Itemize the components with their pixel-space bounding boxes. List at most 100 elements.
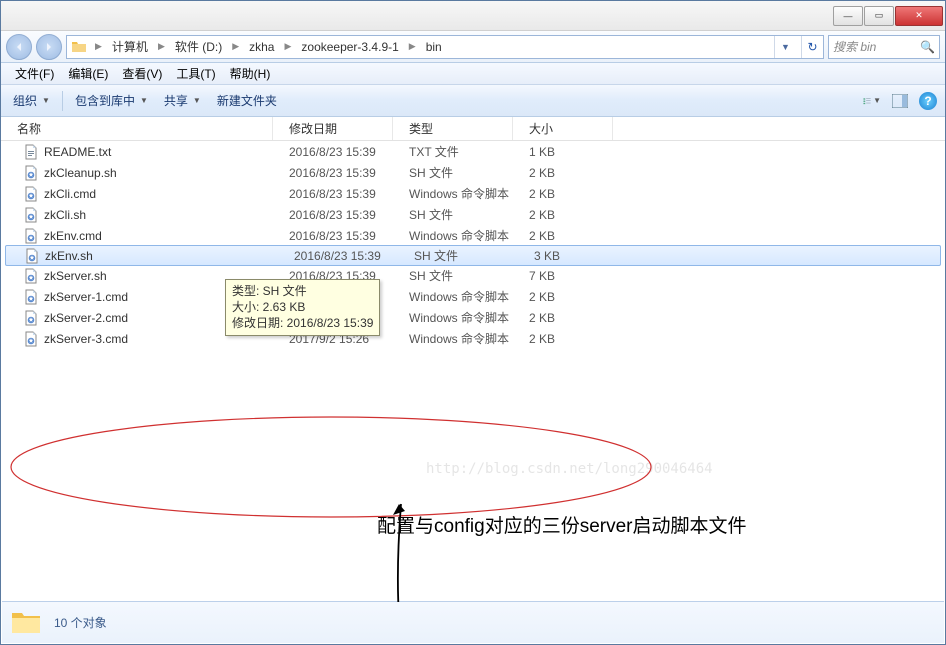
- file-type: TXT 文件: [393, 143, 513, 160]
- refresh-button[interactable]: ↻: [801, 36, 823, 58]
- file-name: README.txt: [44, 145, 111, 159]
- file-row[interactable]: README.txt2016/8/23 15:39TXT 文件1 KB: [1, 141, 945, 162]
- chevron-right-icon: ▶: [229, 41, 242, 52]
- menu-edit[interactable]: 编辑(E): [62, 63, 114, 84]
- file-date: 2016/8/23 15:39: [273, 187, 393, 201]
- file-size: 2 KB: [513, 229, 613, 243]
- folder-icon: [10, 607, 42, 639]
- file-row[interactable]: zkCli.cmd2016/8/23 15:39Windows 命令脚本2 KB: [1, 183, 945, 204]
- separator: [62, 91, 63, 111]
- file-size: 2 KB: [513, 311, 613, 325]
- file-size: 2 KB: [513, 332, 613, 346]
- file-size: 2 KB: [513, 290, 613, 304]
- preview-pane-button[interactable]: [891, 92, 909, 110]
- file-row[interactable]: zkCli.sh2016/8/23 15:39SH 文件2 KB: [1, 204, 945, 225]
- search-input[interactable]: 搜索 bin 🔍: [828, 35, 940, 59]
- file-row[interactable]: zkServer.sh2016/8/23 15:39SH 文件7 KB: [1, 265, 945, 286]
- close-button[interactable]: ✕: [895, 6, 943, 26]
- file-list[interactable]: http://blog.csdn.net/long290046464 READM…: [1, 141, 945, 602]
- file-row[interactable]: zkEnv.sh 2016/8/23 15:39SH 文件3 KB: [5, 245, 941, 266]
- menu-view[interactable]: 查看(V): [116, 63, 168, 84]
- back-button[interactable]: [6, 34, 32, 60]
- file-icon: [23, 207, 39, 223]
- breadcrumb[interactable]: zkha: [247, 40, 276, 54]
- file-name: zkEnv.cmd: [44, 229, 102, 243]
- tooltip-date: 修改日期: 2016/8/23 15:39: [232, 315, 373, 331]
- file-icon: [23, 268, 39, 284]
- column-headers: 名称 修改日期 类型 大小: [1, 117, 945, 141]
- file-date: 2016/8/23 15:39: [273, 166, 393, 180]
- file-icon: [23, 144, 39, 160]
- file-row[interactable]: zkServer-3.cmd2017/9/2 15:26Windows 命令脚本…: [1, 328, 945, 349]
- breadcrumb[interactable]: 计算机: [110, 38, 150, 55]
- file-row[interactable]: zkCleanup.sh 2016/8/23 15:39SH 文件2 KB: [1, 162, 945, 183]
- file-date: 2016/8/23 15:39: [273, 208, 393, 222]
- tooltip-type: 类型: SH 文件: [232, 283, 373, 299]
- file-date: 2016/8/23 15:39: [278, 249, 398, 263]
- toolbar: 组织▼ 包含到库中▼ 共享▼ 新建文件夹 ▼ ?: [1, 85, 945, 117]
- address-bar[interactable]: ▶ 计算机 ▶ 软件 (D:) ▶ zkha ▶ zookeeper-3.4.9…: [66, 35, 824, 59]
- file-icon: [23, 165, 39, 181]
- file-row[interactable]: zkServer-2.cmd Windows 命令脚本2 KB: [1, 307, 945, 328]
- file-name: zkEnv.sh: [45, 249, 93, 263]
- file-icon: [23, 331, 39, 347]
- file-row[interactable]: zkEnv.cmd 2016/8/23 15:39Windows 命令脚本2 KB: [1, 225, 945, 246]
- new-folder-button[interactable]: 新建文件夹: [213, 89, 281, 112]
- help-icon[interactable]: ?: [919, 92, 937, 110]
- history-dropdown[interactable]: ▼: [774, 36, 796, 58]
- share-button[interactable]: 共享▼: [160, 89, 205, 112]
- file-icon: [23, 289, 39, 305]
- file-date: 2016/8/23 15:39: [273, 229, 393, 243]
- file-name: zkServer-1.cmd: [44, 290, 128, 304]
- file-row[interactable]: zkServer-1.cmd Windows 命令脚本2 KB: [1, 286, 945, 307]
- file-type: Windows 命令脚本: [393, 330, 513, 347]
- chevron-right-icon: ▶: [92, 41, 105, 52]
- header-size[interactable]: 大小: [513, 117, 613, 140]
- file-type: Windows 命令脚本: [393, 288, 513, 305]
- file-type: SH 文件: [393, 164, 513, 181]
- view-mode-button[interactable]: ▼: [863, 92, 881, 110]
- minimize-button[interactable]: —: [833, 6, 863, 26]
- header-date[interactable]: 修改日期: [273, 117, 393, 140]
- file-name: zkServer-3.cmd: [44, 332, 128, 346]
- breadcrumb[interactable]: bin: [424, 40, 444, 54]
- menu-help[interactable]: 帮助(H): [224, 63, 277, 84]
- file-type: SH 文件: [398, 247, 518, 264]
- statusbar: 10 个对象: [2, 601, 944, 643]
- header-name[interactable]: 名称: [1, 117, 273, 140]
- file-type: Windows 命令脚本: [393, 227, 513, 244]
- navbar: ▶ 计算机 ▶ 软件 (D:) ▶ zkha ▶ zookeeper-3.4.9…: [1, 31, 945, 63]
- file-name: zkCli.sh: [44, 208, 86, 222]
- file-icon: [23, 228, 39, 244]
- file-name: zkServer.sh: [44, 269, 107, 283]
- menubar: 文件(F) 编辑(E) 查看(V) 工具(T) 帮助(H): [1, 63, 945, 85]
- maximize-button[interactable]: ▭: [864, 6, 894, 26]
- file-size: 2 KB: [513, 187, 613, 201]
- chevron-right-icon: ▶: [281, 41, 294, 52]
- annotation-text: 配置与config对应的三份server启动脚本文件: [377, 511, 747, 538]
- breadcrumb[interactable]: 软件 (D:): [173, 38, 224, 55]
- titlebar: — ▭ ✕: [1, 1, 945, 31]
- file-size: 2 KB: [513, 166, 613, 180]
- include-library-button[interactable]: 包含到库中▼: [71, 89, 152, 112]
- header-type[interactable]: 类型: [393, 117, 513, 140]
- chevron-right-icon: ▶: [155, 41, 168, 52]
- organize-button[interactable]: 组织▼: [9, 89, 54, 112]
- file-size: 7 KB: [513, 269, 613, 283]
- file-type: SH 文件: [393, 267, 513, 284]
- search-icon[interactable]: 🔍: [920, 40, 935, 54]
- file-name: zkCli.cmd: [44, 187, 96, 201]
- file-size: 1 KB: [513, 145, 613, 159]
- file-name: zkCleanup.sh: [44, 166, 117, 180]
- menu-file[interactable]: 文件(F): [9, 63, 60, 84]
- tooltip-size: 大小: 2.63 KB: [232, 299, 373, 315]
- file-name: zkServer-2.cmd: [44, 311, 128, 325]
- breadcrumb[interactable]: zookeeper-3.4.9-1: [299, 40, 400, 54]
- file-icon: [23, 310, 39, 326]
- file-type: Windows 命令脚本: [393, 309, 513, 326]
- folder-icon: [71, 39, 87, 55]
- menu-tools[interactable]: 工具(T): [170, 63, 221, 84]
- watermark: http://blog.csdn.net/long290046464: [426, 461, 713, 477]
- file-size: 3 KB: [518, 249, 618, 263]
- forward-button[interactable]: [36, 34, 62, 60]
